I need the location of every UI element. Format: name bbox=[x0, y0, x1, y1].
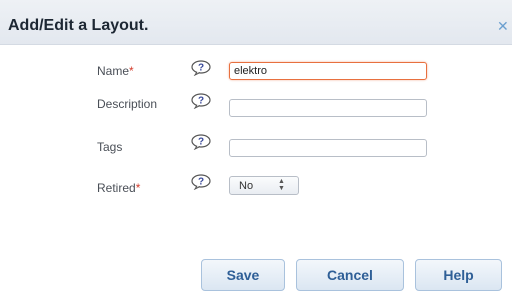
name-field[interactable] bbox=[229, 62, 427, 80]
close-icon[interactable]: ✕ bbox=[497, 18, 509, 35]
stepper-arrows-icon: ▲ ▼ bbox=[278, 178, 285, 192]
help-question-icon[interactable]: ? bbox=[190, 93, 212, 110]
svg-text:?: ? bbox=[198, 96, 204, 107]
retired-select[interactable]: No ▲ ▼ bbox=[229, 176, 299, 195]
help-question-icon[interactable]: ? bbox=[190, 174, 212, 191]
description-field[interactable] bbox=[229, 99, 427, 117]
dialog-title: Add/Edit a Layout. bbox=[8, 17, 149, 34]
name-label: Name* bbox=[97, 64, 134, 78]
description-label: Description bbox=[97, 97, 158, 111]
cancel-button[interactable]: Cancel bbox=[296, 259, 404, 291]
dialog-titlebar: Add/Edit a Layout. ✕ bbox=[0, 0, 512, 45]
help-question-icon[interactable]: ? bbox=[190, 60, 212, 77]
save-button[interactable]: Save bbox=[201, 259, 285, 291]
help-button[interactable]: Help bbox=[415, 259, 502, 291]
retired-select-value: No bbox=[239, 180, 254, 192]
svg-text:?: ? bbox=[198, 177, 204, 188]
tags-label: Tags bbox=[97, 140, 123, 154]
svg-text:?: ? bbox=[198, 137, 204, 148]
tags-field[interactable] bbox=[229, 139, 427, 157]
svg-text:?: ? bbox=[198, 63, 204, 74]
help-question-icon[interactable]: ? bbox=[190, 134, 212, 151]
add-edit-layout-dialog: Add/Edit a Layout. ✕ Name* ? Description… bbox=[0, 0, 512, 307]
retired-label: Retired* bbox=[97, 181, 141, 195]
